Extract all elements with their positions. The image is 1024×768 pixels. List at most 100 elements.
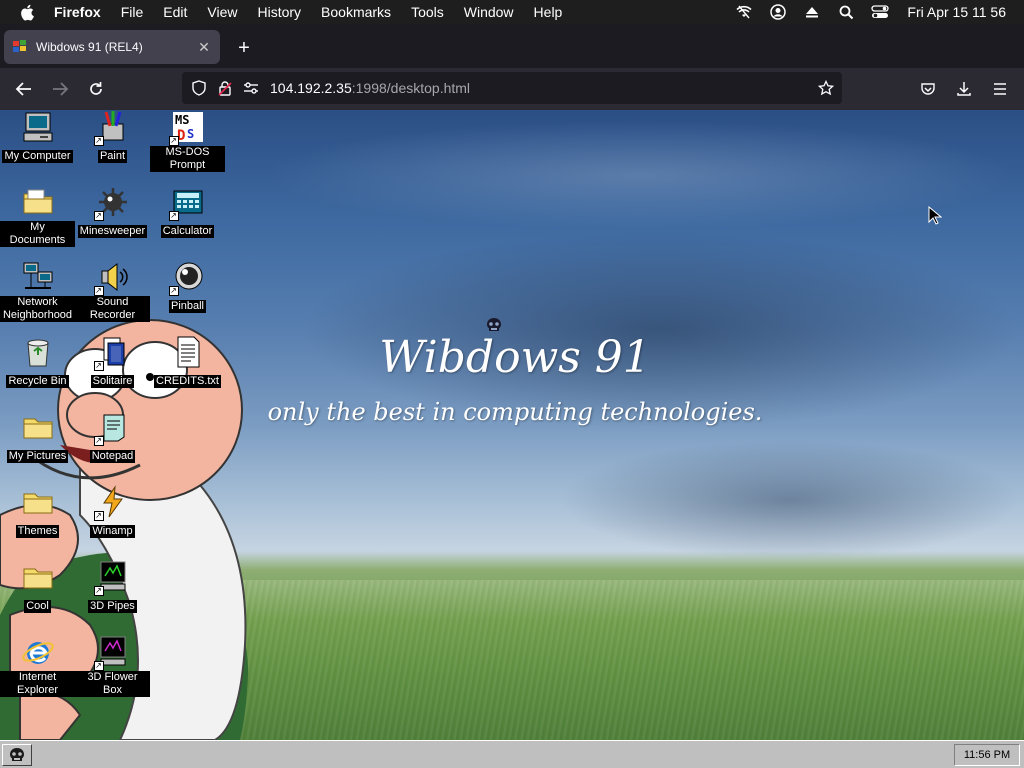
start-button[interactable]	[2, 744, 32, 766]
menu-app-firefox[interactable]: Firefox	[50, 0, 111, 24]
tab-title: Wibdows 91 (REL4)	[36, 40, 143, 54]
mouse-cursor-icon	[928, 206, 942, 225]
menu-bookmarks[interactable]: Bookmarks	[311, 0, 401, 24]
shortcut-arrow-icon: ↗	[168, 211, 179, 221]
shortcut-arrow-icon: ↗	[93, 361, 104, 371]
desktop-icon-themes[interactable]: Themes	[0, 485, 75, 539]
menu-help[interactable]: Help	[524, 0, 573, 24]
desktop-icon-my-pictures[interactable]: My Pictures	[0, 410, 75, 464]
desktop-icon-label: Cool	[24, 600, 51, 613]
my-computer-icon	[21, 110, 55, 144]
url-text[interactable]: 104.192.2.35:1998/desktop.html	[270, 80, 470, 96]
desktop-icon-label: 3D Flower Box	[75, 671, 150, 697]
address-bar[interactable]: 104.192.2.35:1998/desktop.html	[182, 72, 842, 104]
winamp-icon: ↗	[93, 485, 130, 521]
desktop-icon-label: Winamp	[90, 525, 135, 538]
desktop-icon-internet-explorer[interactable]: Internet Explorer	[0, 635, 75, 698]
new-tab-button[interactable]: +	[232, 36, 256, 60]
desktop-icon-label: My Documents	[0, 221, 75, 247]
desktop-icon-network-neighborhood[interactable]: Network Neighborhood	[0, 260, 75, 323]
skull-easter-egg-icon[interactable]	[485, 317, 503, 333]
menu-view[interactable]: View	[197, 0, 247, 24]
desktop-icon-solitaire[interactable]: ↗ Solitaire	[75, 335, 150, 389]
menu-tools[interactable]: Tools	[401, 0, 454, 24]
desktop-icon-calculator[interactable]: ↗ Calculator	[150, 185, 225, 239]
network-icon	[21, 260, 55, 294]
shortcut-arrow-icon: ↗	[93, 436, 104, 446]
calculator-icon: ↗	[168, 185, 205, 221]
tab-close-icon[interactable]: ✕	[194, 37, 214, 57]
wallpaper-cloud	[560, 440, 1020, 560]
menu-history[interactable]: History	[247, 0, 311, 24]
desktop-icon-3d-flower-box[interactable]: ↗ 3D Flower Box	[75, 635, 150, 698]
screensaver-icon: ↗	[93, 635, 130, 671]
wifi-status-icon[interactable]	[734, 2, 754, 22]
pocket-icon[interactable]	[916, 77, 940, 101]
eject-icon[interactable]	[802, 2, 822, 22]
shortcut-arrow-icon: ↗	[93, 136, 104, 146]
site-favicon-icon	[12, 39, 28, 55]
wallpaper-cloud	[260, 120, 1020, 230]
desktop-icon-sound-recorder[interactable]: ↗ Sound Recorder	[75, 260, 150, 323]
shortcut-arrow-icon: ↗	[93, 511, 104, 521]
desktop-icon-pinball[interactable]: ↗ Pinball	[150, 260, 225, 314]
downloads-icon[interactable]	[952, 77, 976, 101]
paint-icon: ↗	[93, 110, 130, 146]
control-center-icon[interactable]	[870, 2, 890, 22]
desktop-icon-paint[interactable]: ↗ Paint	[75, 110, 150, 164]
menu-window[interactable]: Window	[454, 0, 524, 24]
desktop-icon-minesweeper[interactable]: ↗ Minesweeper	[75, 185, 150, 239]
start-skull-icon	[10, 748, 24, 761]
url-host: 104.192.2.35	[270, 80, 352, 96]
desktop-icon-label: Notepad	[89, 450, 136, 463]
desktop-icon-label: Themes	[15, 525, 60, 538]
browser-nav-bar: 104.192.2.35:1998/desktop.html	[0, 68, 1024, 110]
text-file-icon	[171, 335, 205, 369]
apple-menu-icon[interactable]	[18, 3, 36, 21]
menubar-clock[interactable]: Fri Apr 15 11 56	[897, 4, 1024, 20]
folder-icon	[21, 185, 55, 219]
desktop-icon-ms-dos-prompt[interactable]: MS D S ↗ MS-DOS Prompt	[150, 110, 225, 173]
bookmark-star-icon[interactable]	[816, 78, 836, 98]
desktop-icon-label: Internet Explorer	[0, 671, 75, 697]
macos-menu-bar: Firefox File Edit View History Bookmarks…	[0, 0, 1024, 24]
folder-icon	[21, 485, 55, 519]
browser-tab-active[interactable]: Wibdows 91 (REL4) ✕	[4, 30, 220, 64]
desktop-icon-label: CREDITS.txt	[154, 375, 221, 388]
desktop-tagline: only the best in computing technologies.	[267, 398, 763, 426]
desktop-icon-notepad[interactable]: ↗ Notepad	[75, 410, 150, 464]
desktop-icon-label: Recycle Bin	[6, 375, 69, 388]
desktop-icon-3d-pipes[interactable]: ↗ 3D Pipes	[75, 560, 150, 614]
desktop-icon-recycle-bin[interactable]: Recycle Bin	[0, 335, 75, 389]
recycle-bin-icon	[21, 335, 55, 369]
desktop-icon-label: My Computer	[2, 150, 73, 163]
desktop-icon-label: Sound Recorder	[75, 296, 150, 322]
user-account-icon[interactable]	[768, 2, 788, 22]
insecure-lock-icon[interactable]	[216, 79, 234, 97]
desktop-icon-credits-txt[interactable]: CREDITS.txt	[150, 335, 225, 389]
desktop-icon-my-documents[interactable]: My Documents	[0, 185, 75, 248]
desktop-icon-winamp[interactable]: ↗ Winamp	[75, 485, 150, 539]
system-tray-clock[interactable]: 11:56 PM	[954, 744, 1020, 766]
minesweeper-icon: ↗	[93, 185, 130, 221]
menu-edit[interactable]: Edit	[153, 0, 197, 24]
svg-text:MS: MS	[175, 113, 189, 127]
desktop-icon-label: Network Neighborhood	[0, 296, 75, 322]
back-arrow-icon[interactable]	[12, 77, 36, 101]
menu-file[interactable]: File	[111, 0, 154, 24]
desktop-icon-cool[interactable]: Cool	[0, 560, 75, 614]
spotlight-search-icon[interactable]	[836, 2, 856, 22]
site-permissions-icon[interactable]	[242, 79, 260, 97]
desktop-area[interactable]: Wibdows 91 only the best in computing te…	[0, 110, 1024, 740]
sound-recorder-icon: ↗	[93, 260, 130, 296]
shortcut-arrow-icon: ↗	[93, 661, 104, 671]
tracking-protection-shield-icon[interactable]	[190, 79, 208, 97]
solitaire-icon: ↗	[93, 335, 130, 371]
desktop-icon-label: Calculator	[160, 225, 215, 238]
desktop-icon-label: Minesweeper	[77, 225, 148, 238]
reload-icon[interactable]	[84, 77, 108, 101]
desktop-icon-my-computer[interactable]: My Computer	[0, 110, 75, 164]
forward-arrow-icon[interactable]	[48, 77, 72, 101]
shortcut-arrow-icon: ↗	[93, 211, 104, 221]
hamburger-menu-icon[interactable]	[988, 77, 1012, 101]
